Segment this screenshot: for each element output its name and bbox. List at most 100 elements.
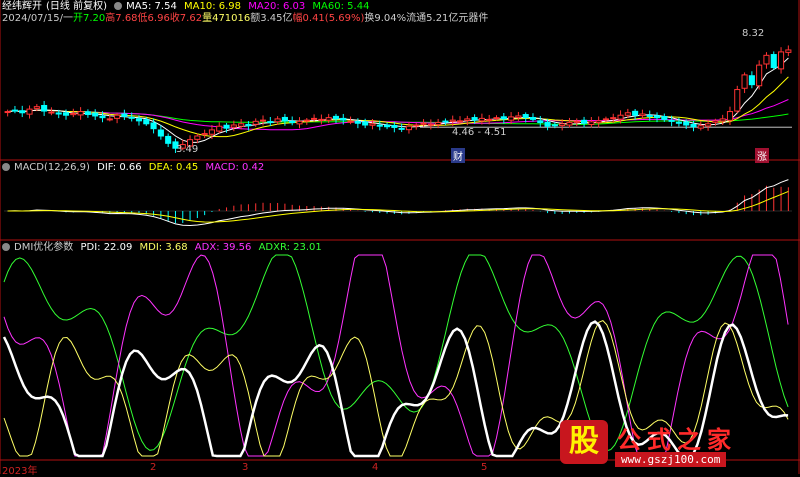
candle-body (245, 123, 252, 127)
macd-dif: DIF: 0.66 (97, 162, 142, 173)
ma5-label: MA5: 7.54 (126, 1, 177, 12)
candle-body (384, 124, 391, 128)
candle-body (668, 119, 675, 122)
quote-turnover: 换9.04% (364, 13, 407, 24)
candle-body (281, 116, 288, 122)
quote-change: 幅0.41(5.69%) (292, 13, 365, 24)
candle-body (296, 120, 303, 125)
macd-panel-header: MACD(12,26,9) DIF: 0.66 DEA: 0.45 MACD: … (2, 162, 268, 174)
candle-body (500, 116, 507, 120)
candle-body (683, 121, 690, 126)
candle-body (778, 51, 785, 70)
candle-body (150, 122, 157, 130)
candle-body (442, 120, 449, 123)
candle-body (157, 129, 164, 137)
x-label-4: 5 (481, 462, 488, 473)
watermark-logo: 股 (560, 420, 608, 464)
candle-body (33, 106, 40, 109)
candle-body (588, 121, 595, 125)
dmi-name: DMI优化参数 (14, 242, 74, 253)
candle-body (99, 115, 106, 119)
candle-body (143, 119, 150, 125)
quote-high: 高7.68 (105, 13, 138, 24)
quote-open: 开7.20 (73, 13, 106, 24)
dmi-settings-icon[interactable] (2, 243, 10, 251)
watermark-title: 公式之家 (617, 425, 737, 454)
candle-body (325, 117, 332, 121)
candle-body (581, 119, 588, 124)
dmi-adxr: ADXR: 23.01 (258, 242, 322, 253)
candle-body (515, 115, 522, 118)
candle-body (4, 111, 11, 114)
x-label-1: 2 (150, 462, 157, 473)
candle-body (785, 49, 792, 53)
dmi-mdi: MDI: 3.68 (139, 242, 188, 253)
candle-body (529, 116, 537, 120)
quote-info-line: 2024/07/15/一开7.20高7.68低6.96收7.62量471016额… (2, 13, 488, 25)
candle-body (697, 125, 704, 129)
candle-body (332, 115, 340, 120)
candle-body (610, 117, 617, 120)
candle-body (362, 121, 369, 126)
candle-body (456, 120, 464, 123)
macd-dea: DEA: 0.45 (148, 162, 199, 173)
macd-settings-icon[interactable] (2, 163, 10, 171)
candle-body (646, 114, 653, 117)
candle-body (405, 125, 412, 131)
stock-chart[interactable] (0, 0, 800, 474)
high-price-marker: 8.32 (742, 28, 765, 39)
candle-body (748, 75, 755, 86)
candle-body (435, 122, 442, 126)
candle-body (252, 120, 259, 125)
settings-circle-icon[interactable] (114, 2, 123, 10)
candle-body (726, 111, 734, 121)
candle-body (719, 118, 726, 122)
candle-body (602, 118, 609, 121)
candle-body (705, 123, 712, 127)
ma60-label: MA60: 5.44 (312, 1, 370, 12)
watermark: 股 公式之家 www.gszj100.com (555, 418, 795, 470)
candle-body (369, 123, 376, 126)
low-price-marker: 3.49 (176, 144, 199, 155)
candle-body (464, 118, 471, 121)
candle-body (617, 114, 624, 120)
candle-body (478, 117, 485, 122)
candle-body (770, 54, 777, 69)
candle-body (11, 109, 18, 112)
candle-body (55, 112, 62, 115)
candle-body (573, 120, 580, 123)
candle-body (274, 118, 281, 123)
x-label-3: 4 (372, 462, 379, 473)
adjust-mode[interactable]: (日线 前复权) (46, 1, 107, 12)
candle-body (216, 125, 223, 132)
candle-body (741, 74, 748, 89)
candle-body (230, 124, 237, 128)
candle-body (544, 121, 551, 127)
candle-body (121, 113, 128, 117)
candle-body (41, 104, 48, 112)
candle-body (595, 120, 602, 124)
watermark-url: www.gszj100.com (615, 452, 727, 467)
quote-float-cap: 流通5.21亿 (406, 13, 459, 24)
candle-body (734, 89, 741, 112)
candle-body (486, 118, 493, 121)
candle-body (537, 120, 544, 124)
limit-up-tag[interactable]: 涨 (755, 148, 769, 163)
candle-body (559, 123, 566, 127)
macd-name: MACD(12,26,9) (14, 162, 90, 173)
candle-body (449, 119, 456, 122)
quote-low: 低6.96 (137, 13, 170, 24)
candle-body (194, 135, 201, 140)
finance-tag[interactable]: 财 (451, 148, 465, 163)
candle-body (566, 122, 573, 126)
candle-body (398, 127, 405, 130)
candle-body (92, 112, 99, 117)
candle-body (223, 124, 230, 129)
candle-body (347, 120, 354, 123)
candle-body (84, 111, 91, 115)
candle-body (376, 124, 383, 127)
candle-body (303, 119, 310, 122)
macd-dea-line (7, 190, 789, 223)
macd-dif-line (7, 179, 789, 227)
candle-body (267, 121, 274, 124)
